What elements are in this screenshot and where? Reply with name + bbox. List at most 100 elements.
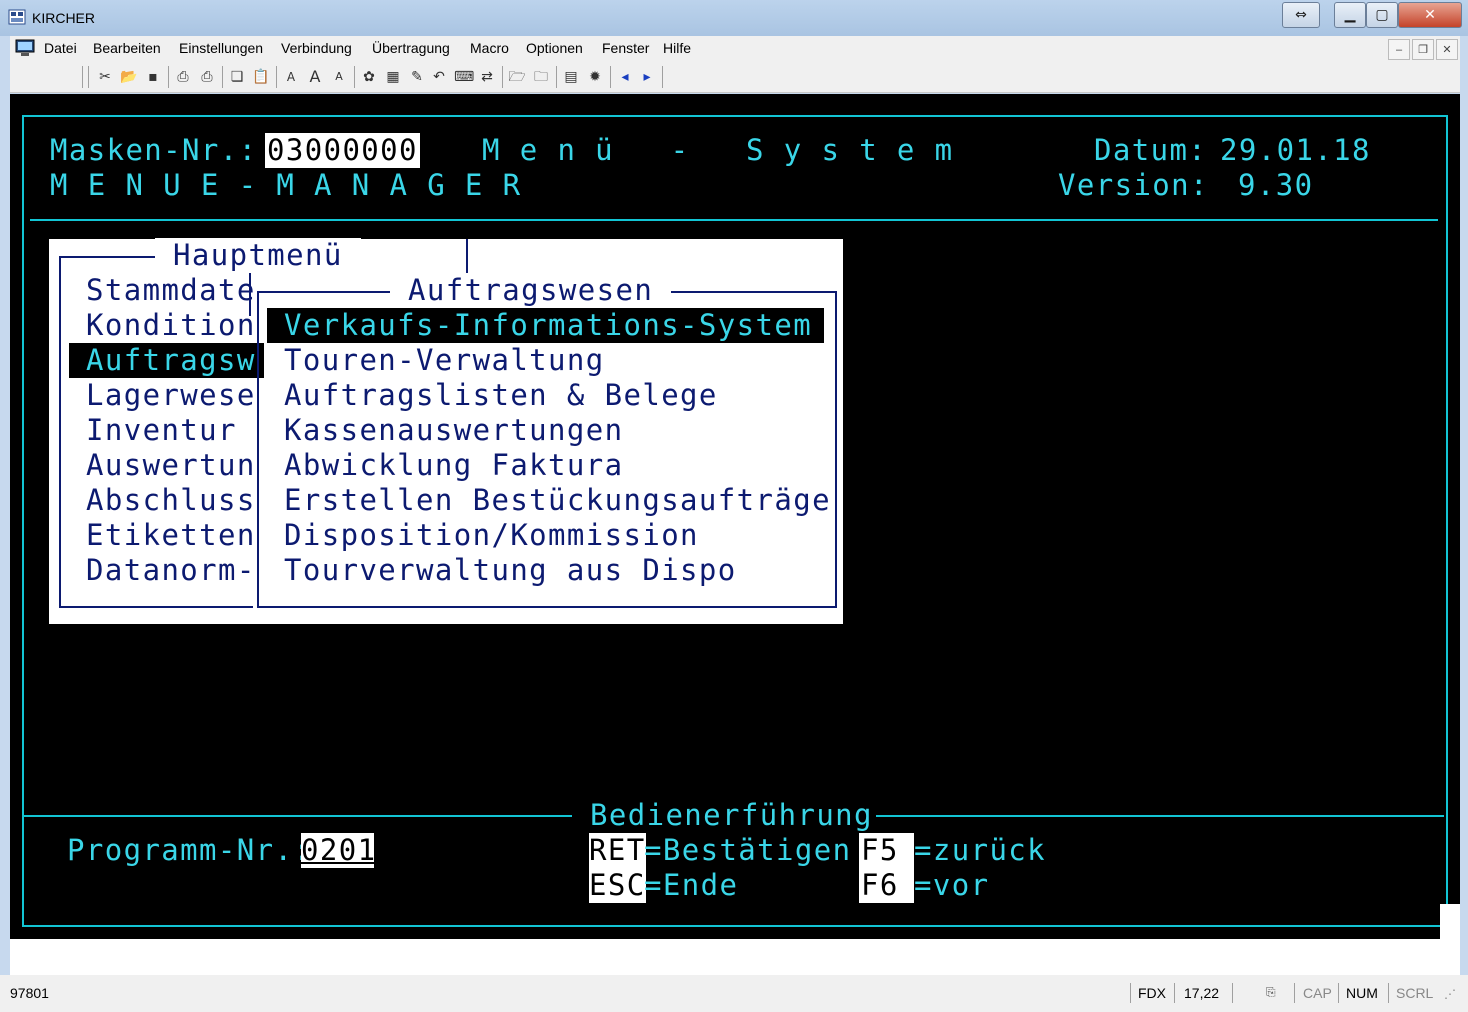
menu-hilfe[interactable]: Hilfe — [663, 40, 691, 56]
menu-datei[interactable]: Datei — [44, 40, 77, 56]
connection-icon: ⎘ — [1266, 985, 1276, 999]
status-separator — [1232, 983, 1233, 1003]
terminal-cursor-block — [1440, 904, 1460, 939]
toolbar-separator — [82, 66, 83, 88]
auftragswesen-item[interactable]: Tourverwaltung aus Dispo — [284, 553, 737, 588]
toolbar-separator — [502, 66, 503, 88]
menu-fenster[interactable]: Fenster — [602, 40, 649, 56]
auftragswesen-item[interactable]: Erstellen Bestückungsaufträge — [284, 483, 831, 518]
esc-key[interactable]: ESC — [589, 868, 646, 903]
menu-optionen[interactable]: Optionen — [526, 40, 583, 56]
auftragswesen-item[interactable]: Touren-Verwaltung — [284, 343, 605, 378]
window-title: KIRCHER — [32, 10, 96, 26]
auftragswesen-item[interactable]: Auftragslisten & Belege — [284, 378, 718, 413]
open-folder-icon[interactable]: 📂 — [120, 68, 138, 86]
close-button[interactable]: ✕ — [1398, 2, 1462, 28]
hauptmenu-item[interactable]: Etiketten — [86, 518, 256, 553]
terminal-window-icon[interactable] — [15, 39, 35, 57]
menu-uebertragung[interactable]: Übertragung — [372, 40, 450, 56]
arrow-left-icon[interactable]: ◂ — [616, 68, 634, 86]
toolbar-separator — [556, 66, 557, 88]
hauptmenu-item-selected[interactable]: Auftragsw — [69, 343, 264, 378]
status-separator — [1294, 983, 1295, 1003]
masken-field[interactable]: 03000000 — [265, 133, 420, 168]
auftragswesen-title: Auftragswesen — [390, 273, 672, 308]
menu-bearbeiten[interactable]: Bearbeiten — [93, 40, 161, 56]
toolbar-separator — [88, 66, 89, 88]
version-label: Version: — [1058, 168, 1209, 202]
auftragswesen-item[interactable]: Abwicklung Faktura — [284, 448, 623, 483]
font-size-icon[interactable]: A — [282, 68, 300, 86]
menu-bar: Datei Bearbeiten Einstellungen Verbindun… — [10, 36, 1460, 62]
maximize-icon: ▢ — [1375, 7, 1389, 23]
toolbar-separator — [354, 66, 355, 88]
hauptmenu-item[interactable]: Abschluss — [86, 483, 256, 518]
keyboard-map-icon[interactable]: ▦ — [384, 68, 402, 86]
hauptmenu-item[interactable]: Datanorm- — [86, 553, 256, 588]
resize-arrows-button[interactable]: ⇔ — [1282, 2, 1320, 28]
close-icon: ✕ — [1442, 44, 1452, 56]
keyboard-icon[interactable]: ⌨ — [454, 68, 474, 86]
toolbar-separator — [610, 66, 611, 88]
connect-icon[interactable]: ✂ — [96, 68, 114, 86]
hauptmenu-item[interactable]: Inventur — [86, 413, 237, 448]
terminal-screen[interactable]: Masken-Nr.: 03000000 M e n ü - S y s t e… — [10, 94, 1460, 939]
hauptmenu-item[interactable]: Auswertun — [86, 448, 256, 483]
menu-macro[interactable]: Macro — [470, 40, 509, 56]
f6-key[interactable]: F6 — [859, 868, 914, 903]
header-divider — [30, 219, 1438, 221]
color-settings-icon[interactable]: ✿ — [360, 68, 378, 86]
f6-description: =vor — [914, 868, 990, 902]
f5-key[interactable]: F5 — [859, 833, 914, 868]
version-value: 9.30 — [1238, 168, 1314, 202]
transfer-icon[interactable]: ⇄ — [478, 68, 496, 86]
restore-icon: ❐ — [1418, 44, 1428, 56]
paste-icon[interactable]: 📋 — [252, 68, 270, 86]
hauptmenu-item[interactable]: Stammdate — [86, 273, 256, 308]
font-smaller-icon[interactable]: A — [330, 68, 348, 86]
datum-label: Datum: — [1094, 133, 1208, 167]
menu-einstellungen[interactable]: Einstellungen — [179, 40, 263, 56]
status-num: NUM — [1346, 985, 1378, 1001]
auftragswesen-item-selected[interactable]: Verkaufs-Informations-System — [267, 308, 824, 343]
status-separator — [1338, 983, 1339, 1003]
print-icon[interactable]: ⎙ — [198, 68, 216, 86]
maximize-button[interactable]: ▢ — [1366, 2, 1398, 28]
child-close-button[interactable]: ✕ — [1436, 39, 1458, 60]
child-restore-button[interactable]: ❐ — [1412, 39, 1434, 60]
esc-description: =Ende — [644, 868, 739, 902]
print-setup-icon[interactable]: ⎙ — [174, 68, 192, 86]
manager-title: M E N U E - M A N A G E R — [50, 168, 522, 202]
font-larger-icon[interactable]: A — [306, 68, 324, 86]
calculator-icon[interactable]: ▤ — [562, 68, 580, 86]
status-bar: 97801 FDX 17,22 ⎘ CAP NUM SCRL ⋰ — [0, 975, 1468, 1012]
toolbar-separator — [276, 66, 277, 88]
macro-record-icon[interactable]: ✹ — [586, 68, 604, 86]
menu-verbindung[interactable]: Verbindung — [281, 40, 352, 56]
save-icon[interactable]: ▪ — [144, 68, 162, 86]
minimize-icon: ▁ — [1344, 7, 1356, 23]
hauptmenu-item[interactable]: Kondition — [86, 308, 256, 343]
footer-divider-left — [22, 815, 572, 817]
child-minimize-button[interactable]: – — [1388, 39, 1410, 60]
footer-divider-right — [876, 815, 1444, 817]
status-cursor-position: 17,22 — [1184, 985, 1220, 1001]
status-session-id: 97801 — [10, 985, 49, 1001]
edit-icon[interactable]: ✎ — [408, 68, 426, 86]
f5-description: =zurück — [914, 833, 1047, 867]
undo-icon[interactable]: ↶ — [430, 68, 448, 86]
copy-icon[interactable]: ❏ — [228, 68, 246, 86]
minimize-icon: – — [1395, 43, 1403, 56]
minimize-button[interactable]: ▁ — [1334, 2, 1366, 28]
ret-key[interactable]: RET — [589, 833, 646, 868]
double-arrow-icon: ⇔ — [1295, 7, 1307, 23]
folder-send-icon[interactable]: 🗀 — [532, 68, 550, 86]
folder-icon[interactable]: 🗁 — [508, 68, 526, 86]
resize-grip-icon[interactable]: ⋰ — [1444, 987, 1456, 1001]
title-bar: KIRCHER ⇔ ▁ ▢ ✕ — [0, 0, 1468, 36]
auftragswesen-item[interactable]: Kassenauswertungen — [284, 413, 623, 448]
auftragswesen-item[interactable]: Disposition/Kommission — [284, 518, 699, 553]
arrow-right-icon[interactable]: ▸ — [638, 68, 656, 86]
hauptmenu-item[interactable]: Lagerwese — [86, 378, 256, 413]
programm-input[interactable]: 0201 — [301, 833, 375, 868]
